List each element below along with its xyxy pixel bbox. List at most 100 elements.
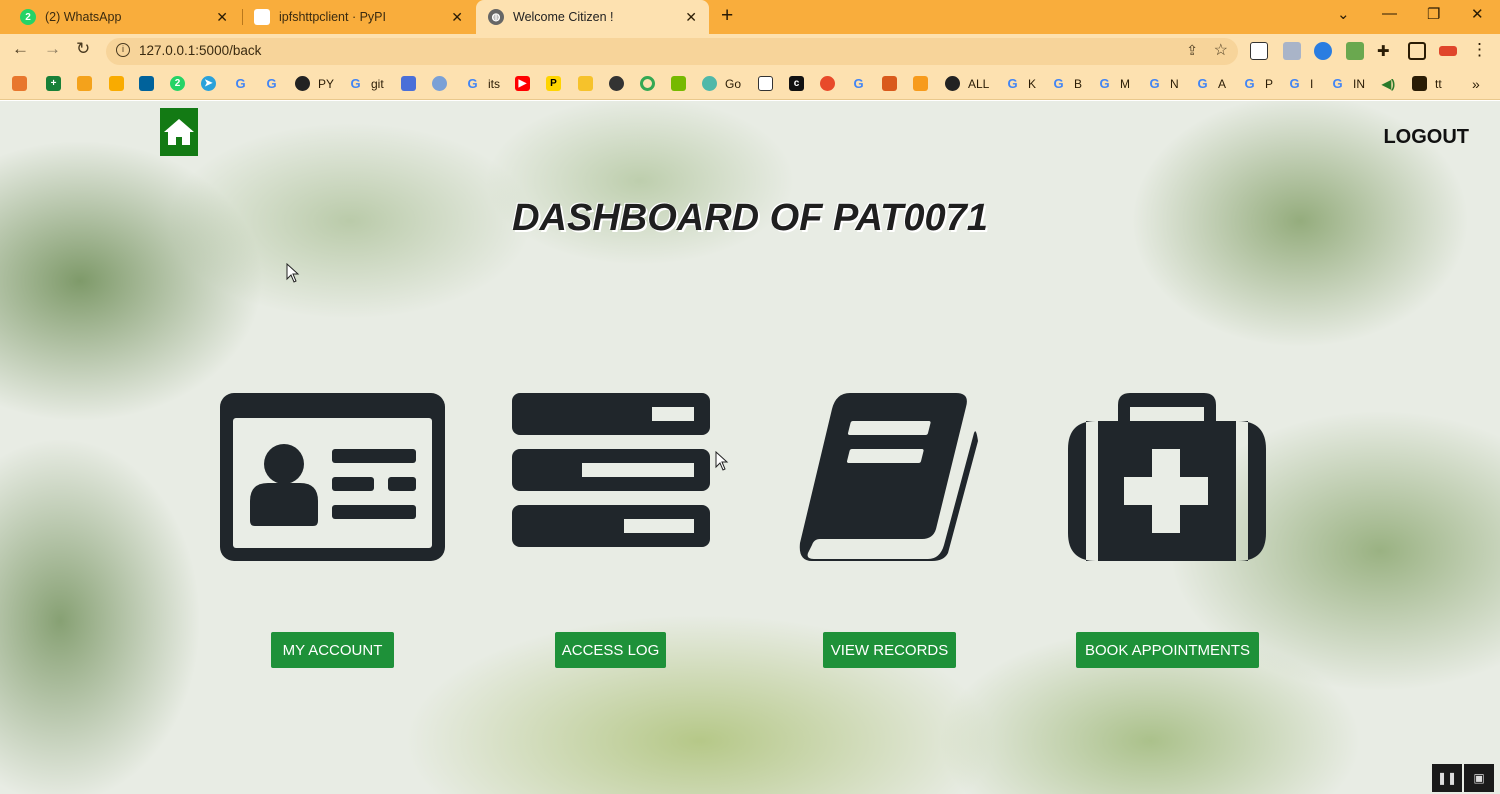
bookmark-item[interactable] [77, 76, 92, 91]
tab-label: (2) WhatsApp [45, 10, 122, 24]
minimize-icon[interactable]: — [1382, 5, 1397, 22]
bookmark-item[interactable]: ➤ [201, 76, 216, 91]
tab-pypi[interactable]: ipfshttpclient · PyPI ✕ [243, 0, 475, 34]
bookmark-item[interactable]: G [264, 76, 279, 91]
bookmark-icon: c [789, 76, 804, 91]
picture-in-picture-icon[interactable]: ▣ [1464, 764, 1494, 792]
panda-extension-icon[interactable] [1250, 42, 1268, 60]
book-appointments-button[interactable]: BOOK APPOINTMENTS [1076, 632, 1259, 668]
pause-icon[interactable]: ❚❚ [1432, 764, 1462, 792]
home-icon [164, 119, 194, 145]
bookmark-item[interactable] [882, 76, 897, 91]
bookmark-item[interactable] [432, 76, 447, 91]
google-icon: G [1007, 76, 1018, 91]
bookmark-a[interactable]: GA [1195, 76, 1226, 91]
bookmark-item[interactable] [401, 76, 416, 91]
bookmark-its[interactable]: Gits [465, 76, 500, 91]
bookmark-item[interactable] [139, 76, 154, 91]
bookmark-py[interactable]: PY [295, 76, 334, 91]
access-log-button[interactable]: ACCESS LOG [555, 632, 666, 668]
chevron-down-icon[interactable]: ⌄ [1337, 5, 1350, 23]
side-panel-icon[interactable] [1408, 42, 1426, 60]
close-icon[interactable]: ✕ [216, 9, 228, 26]
bookmark-item[interactable] [820, 76, 835, 91]
browser-tab-strip: 2 (2) WhatsApp ✕ ipfshttpclient · PyPI ✕… [0, 0, 1500, 34]
bookmarks-bar: + 2 ➤ G G PY Ggit Gits ▶ P Go c G ALL GK… [0, 69, 1500, 100]
bookmark-all[interactable]: ALL [945, 76, 989, 91]
mouse-cursor-icon [715, 451, 729, 471]
bookmark-item[interactable] [109, 76, 124, 91]
bookmark-item[interactable] [671, 76, 686, 91]
globe-icon: ◍ [488, 9, 504, 25]
medical-kit-icon [1068, 393, 1266, 561]
more-bookmarks-icon[interactable]: » [1472, 76, 1480, 92]
bookmark-item[interactable]: c [789, 76, 804, 91]
extension-icon[interactable] [1283, 42, 1301, 60]
sheets-icon: + [46, 76, 61, 91]
bookmark-icon [758, 76, 773, 91]
close-icon[interactable]: ✕ [451, 9, 463, 26]
restore-icon[interactable]: ❐ [1427, 5, 1440, 23]
at-extension-icon[interactable] [1314, 42, 1332, 60]
bookmark-item[interactable]: P [546, 76, 561, 91]
page-title: DASHBOARD OF PAT0071 [512, 197, 988, 239]
google-icon: G [350, 76, 361, 91]
bookmark-tt[interactable]: tt [1412, 76, 1442, 91]
bookmark-m[interactable]: GM [1097, 76, 1130, 91]
google-icon: G [266, 76, 277, 91]
bookmark-item[interactable] [913, 76, 928, 91]
forward-icon[interactable]: → [44, 39, 61, 59]
url-text[interactable]: 127.0.0.1:5000/back [139, 43, 261, 58]
close-icon[interactable]: ✕ [685, 9, 697, 26]
bookmark-icon [913, 76, 928, 91]
dashboard-page: LOGOUT DASHBOARD OF PAT0071 MY ACCOUNT A… [0, 101, 1500, 794]
google-icon: G [235, 76, 246, 91]
bookmark-git[interactable]: Ggit [348, 76, 383, 91]
bookmark-item[interactable] [640, 76, 655, 91]
bookmark-item[interactable]: G [233, 76, 248, 91]
bookmark-item[interactable]: G [851, 76, 866, 91]
home-button[interactable] [160, 108, 198, 156]
mouse-cursor-icon [286, 263, 300, 283]
bookmark-item[interactable] [578, 76, 593, 91]
tab-whatsapp[interactable]: 2 (2) WhatsApp ✕ [0, 0, 240, 34]
menu-icon[interactable]: ⋮ [1471, 40, 1488, 60]
bookmark-item[interactable] [12, 76, 27, 91]
bookmark-icon [609, 76, 624, 91]
bookmark-p[interactable]: GP [1242, 76, 1273, 91]
window-close-icon[interactable]: ✕ [1471, 5, 1484, 23]
reload-icon[interactable]: ↻ [76, 39, 90, 59]
my-account-button[interactable]: MY ACCOUNT [271, 632, 394, 668]
logout-link[interactable]: LOGOUT [1383, 126, 1469, 149]
bookmark-n[interactable]: GN [1147, 76, 1178, 91]
pypi-icon [254, 9, 270, 25]
tab-welcome-citizen[interactable]: ◍ Welcome Citizen ! ✕ [476, 0, 709, 34]
tab-label: ipfshttpclient · PyPI [279, 10, 386, 24]
google-icon: G [467, 76, 478, 91]
bookmark-k[interactable]: GK [1005, 76, 1036, 91]
share-icon[interactable]: ⇪ [1186, 42, 1198, 59]
bookmark-item[interactable] [758, 76, 773, 91]
bookmark-item[interactable]: ▶ [515, 76, 530, 91]
bookmark-item[interactable]: + [46, 76, 61, 91]
bookmark-icon [12, 76, 27, 91]
bookmark-b[interactable]: GB [1051, 76, 1082, 91]
new-tab-icon[interactable]: + [721, 4, 733, 28]
bookmark-item[interactable]: 2 [170, 76, 185, 91]
star-icon[interactable]: ☆ [1214, 40, 1228, 60]
back-icon[interactable]: ← [12, 39, 29, 59]
chart-extension-icon[interactable] [1346, 42, 1364, 60]
bookmark-go[interactable]: Go [702, 76, 741, 91]
bookmark-item[interactable] [609, 76, 624, 91]
flag-extension-icon[interactable] [1439, 46, 1457, 56]
bookmark-in[interactable]: G IN [1330, 76, 1365, 91]
bookmark-icon [702, 76, 717, 91]
info-icon[interactable]: i [116, 43, 130, 57]
bookmark-i[interactable]: GI [1287, 76, 1313, 91]
book-icon [799, 393, 978, 561]
nvidia-icon [671, 76, 686, 91]
bookmark-item[interactable]: ◀) [1381, 76, 1396, 91]
address-bar[interactable]: i 127.0.0.1:5000/back ⇪ ☆ [106, 38, 1238, 65]
view-records-button[interactable]: VIEW RECORDS [823, 632, 956, 668]
puzzle-icon[interactable]: ✚ [1377, 42, 1395, 60]
